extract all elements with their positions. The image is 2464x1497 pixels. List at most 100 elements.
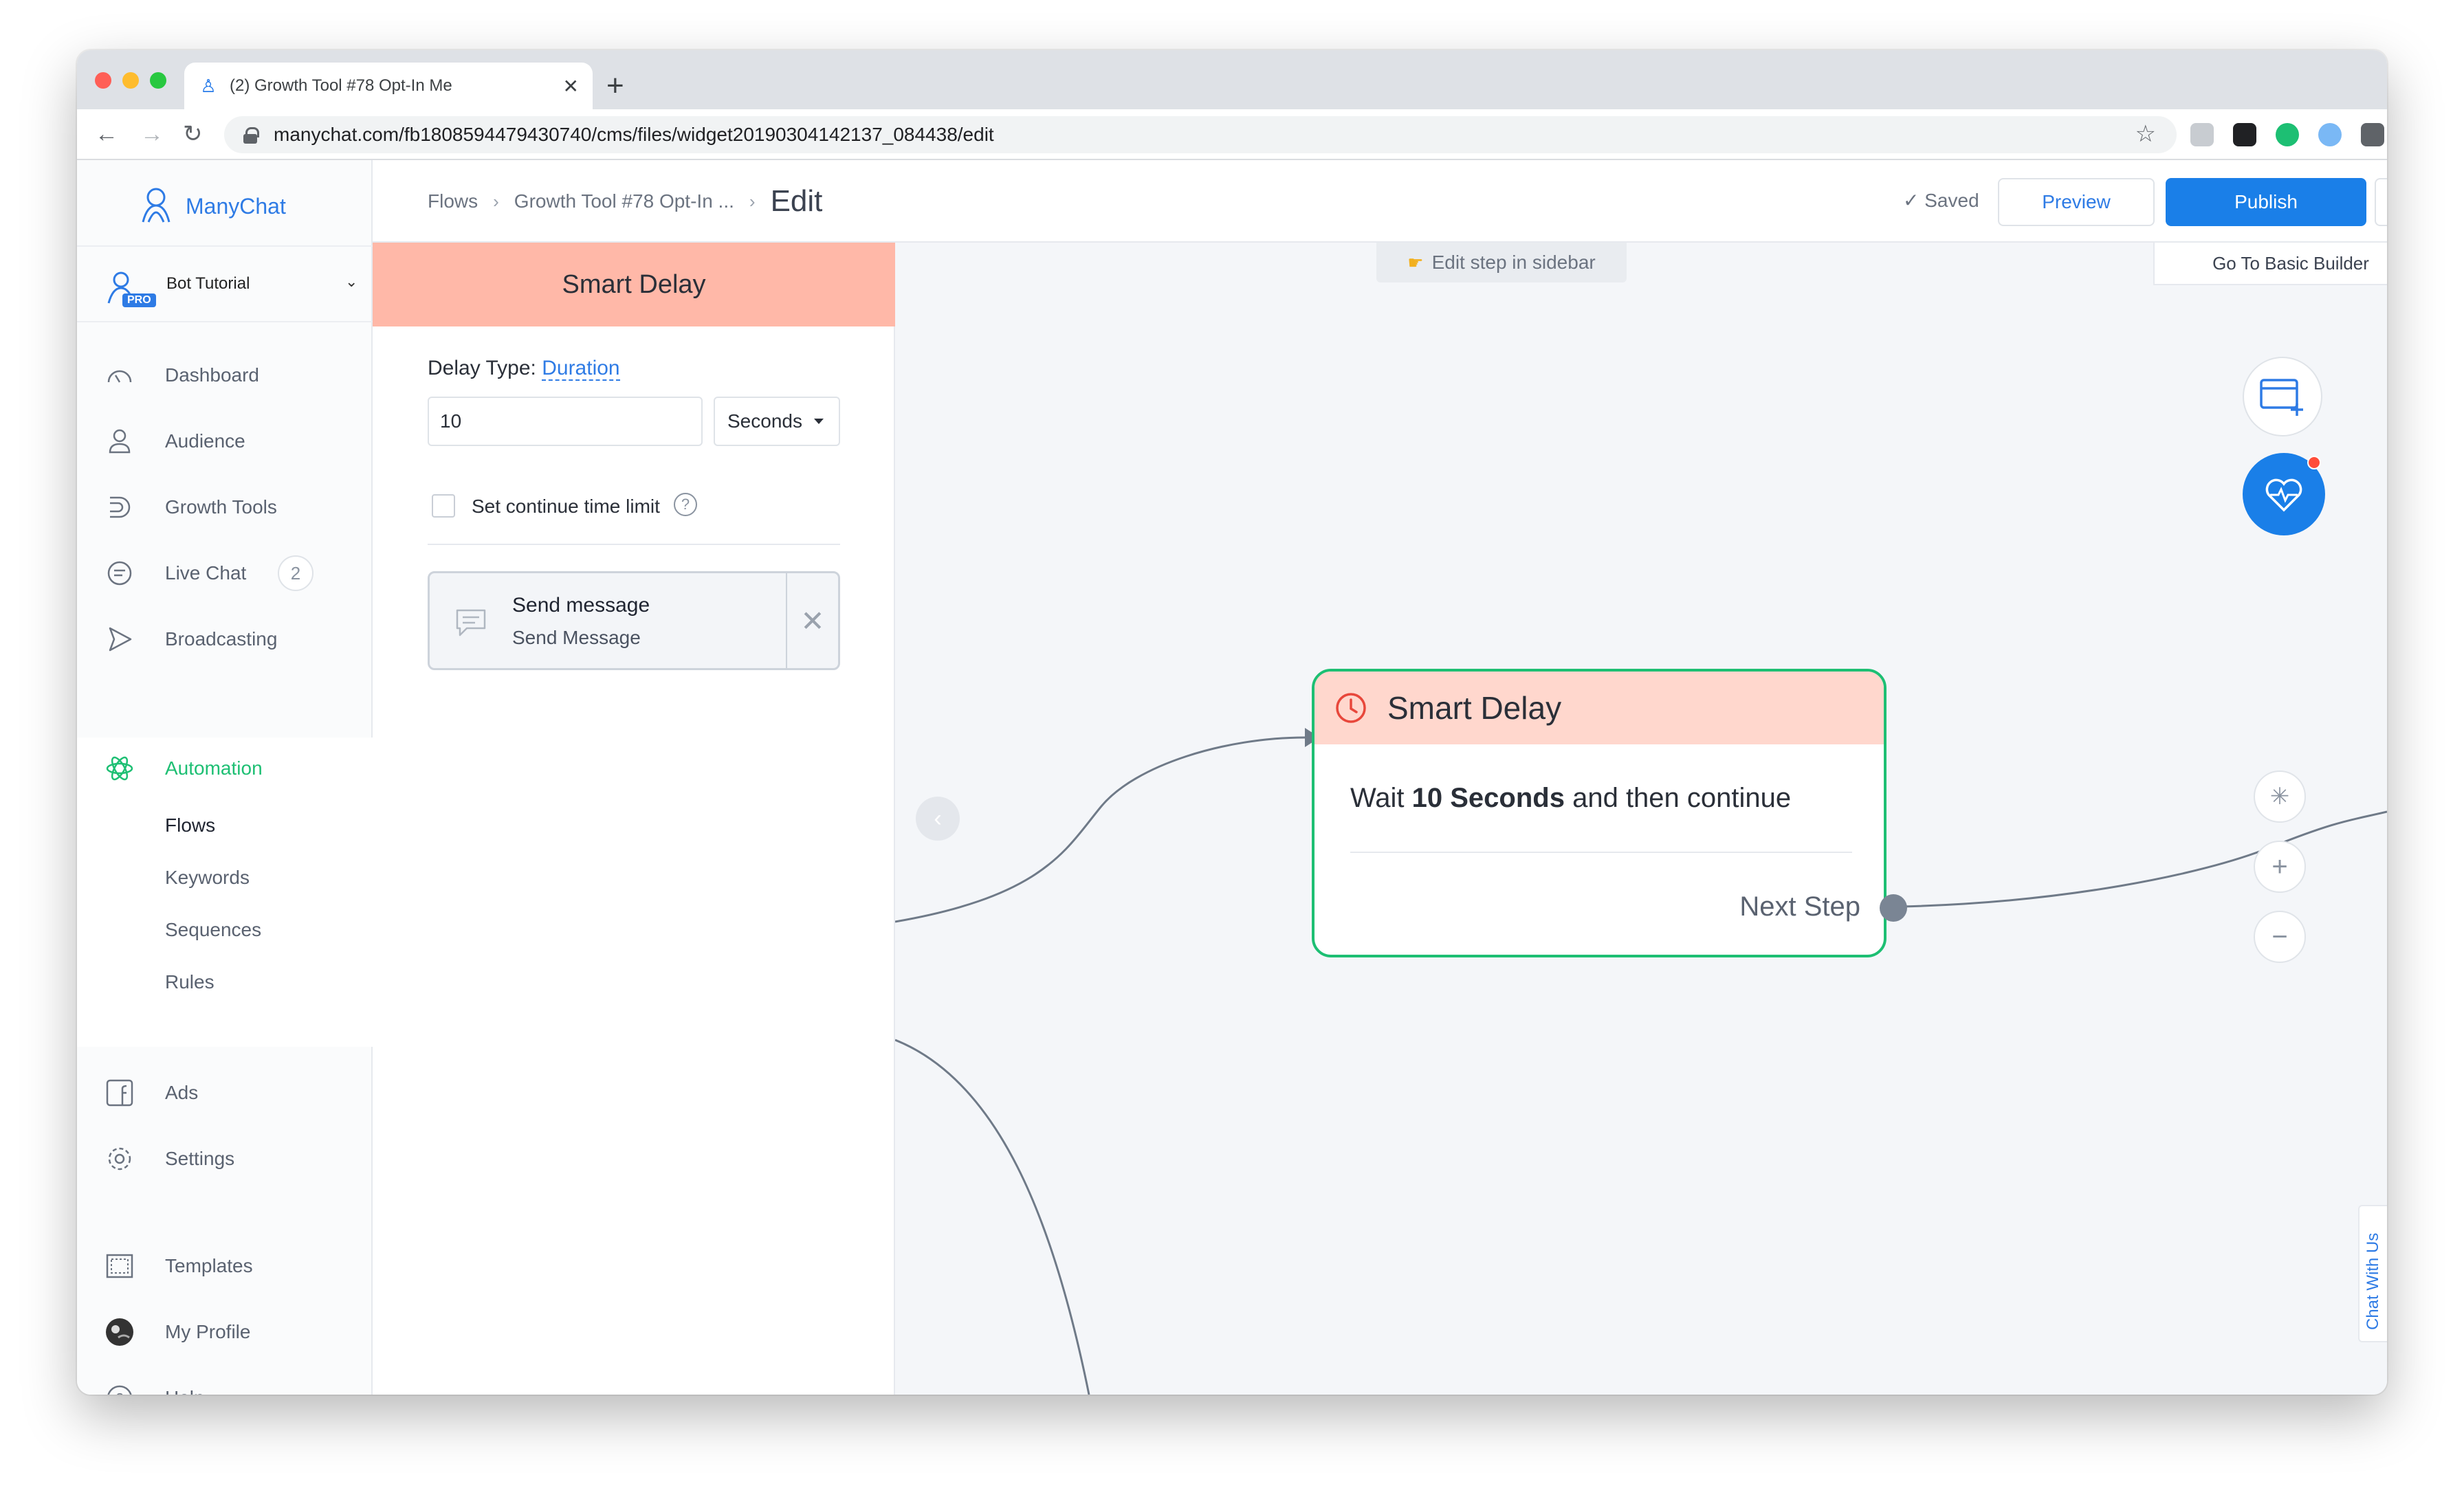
url-text: manychat.com/fb1808594479430740/cms/file… — [274, 124, 994, 145]
remove-next-step-icon[interactable]: ✕ — [786, 573, 838, 668]
message-bubble-icon — [456, 609, 486, 636]
sidebar-item-settings[interactable]: Settings — [77, 1135, 373, 1183]
template-icon — [106, 1254, 133, 1278]
sidebar-item-label: Growth Tools — [165, 496, 277, 518]
send-icon — [109, 627, 132, 652]
sidebar-item-label: Live Chat — [165, 562, 247, 584]
next-step-subtitle: Send Message — [512, 627, 641, 648]
go-to-basic-builder-button[interactable]: Go To Basic Builder — [2153, 243, 2387, 285]
svg-text:?: ? — [116, 1391, 123, 1395]
puzzle-icon[interactable] — [2361, 123, 2384, 146]
new-tab-button[interactable]: + — [606, 65, 624, 107]
next-step-card[interactable]: Send message Send Message ✕ — [428, 571, 840, 670]
sidebar-item-live-chat[interactable]: Live Chat 2 — [77, 549, 373, 597]
sidebar-item-help[interactable]: ? Help — [77, 1374, 373, 1395]
reload-icon[interactable]: ↻ — [183, 119, 203, 149]
manychat-app: ManyChat PRO Bot Tutorial ⌄ Dashboard Au… — [77, 160, 2387, 1395]
add-step-button[interactable] — [2243, 357, 2322, 436]
edit-step-hint-text: Edit step in sidebar — [1431, 252, 1596, 273]
sidebar-subitem-flows[interactable]: Flows — [165, 814, 215, 836]
extension-icon[interactable] — [2190, 123, 2214, 146]
continue-time-limit-label: Set continue time limit — [472, 496, 660, 517]
sidebar-item-label: Audience — [165, 430, 245, 452]
automation-section: Automation Flows Keywords Sequences Rule… — [77, 738, 373, 1047]
next-step-connector[interactable] — [1880, 894, 1907, 922]
help-icon: ? — [107, 1385, 132, 1395]
zoom-in-button[interactable]: + — [2254, 841, 2306, 893]
delay-type-dropdown[interactable]: Duration — [542, 357, 620, 381]
delay-unit-select[interactable]: Seconds — [714, 397, 840, 446]
plus-icon: + — [2272, 851, 2288, 882]
lock-icon — [243, 127, 259, 144]
bookmark-star-icon[interactable]: ☆ — [2135, 120, 2156, 148]
sidebar-item-templates[interactable]: Templates — [77, 1242, 373, 1290]
bot-selector[interactable]: PRO Bot Tutorial ⌄ — [77, 245, 373, 322]
chat-with-us-label: Chat With Us — [2364, 1232, 2382, 1330]
continue-time-limit-checkbox[interactable] — [432, 494, 455, 518]
sidebar-item-ads[interactable]: Ads — [77, 1069, 373, 1117]
sidebar-item-growth-tools[interactable]: Growth Tools — [77, 483, 373, 531]
manychat-logo-icon — [142, 188, 170, 223]
sidebar-item-dashboard[interactable]: Dashboard — [77, 351, 373, 399]
node-description-suffix: and then continue — [1572, 783, 1792, 813]
close-window-button[interactable] — [95, 72, 111, 89]
sidebar-subitem-keywords[interactable]: Keywords — [165, 867, 250, 889]
breadcrumb-growth-tool[interactable]: Growth Tool #78 Opt-In ... — [514, 190, 734, 212]
close-tab-icon[interactable]: ✕ — [563, 75, 579, 98]
clock-icon — [1336, 693, 1366, 723]
collapse-panel-button[interactable]: ‹ — [916, 797, 960, 841]
tab-title: (2) Growth Tool #78 Opt-In Me — [230, 76, 452, 95]
chevron-right-icon: › — [493, 190, 499, 212]
delay-type-label: Delay Type: — [428, 357, 536, 379]
back-icon[interactable]: ← — [95, 119, 118, 149]
saved-status-label: Saved — [1924, 190, 1979, 211]
sidebar-item-broadcasting[interactable]: Broadcasting — [77, 615, 373, 663]
sidebar-item-label: Settings — [165, 1148, 235, 1169]
node-title: Smart Delay — [1387, 690, 1562, 726]
breadcrumb: Flows › Growth Tool #78 Opt-In ... › Edi… — [428, 160, 822, 243]
breadcrumb-flows[interactable]: Flows — [428, 190, 478, 212]
flow-header: Flows › Growth Tool #78 Opt-In ... › Edi… — [373, 160, 2387, 243]
sidebar-item-label: Broadcasting — [165, 628, 278, 650]
extension-icon[interactable] — [2276, 123, 2299, 146]
sidebar-item-label: Help — [165, 1387, 205, 1395]
sidebar: ManyChat PRO Bot Tutorial ⌄ Dashboard Au… — [77, 160, 373, 1395]
extension-icon[interactable] — [2318, 123, 2342, 146]
divider — [428, 544, 840, 545]
more-options-button[interactable]: ⋮ — [2375, 178, 2387, 226]
saved-status: ✓ Saved — [1903, 189, 1979, 212]
edit-step-hint: ☛ Edit step in sidebar — [1376, 243, 1627, 282]
sidebar-item-label: Ads — [165, 1082, 199, 1103]
panel-title: Smart Delay — [373, 243, 895, 326]
auto-arrange-button[interactable]: ✳ — [2254, 770, 2306, 823]
sidebar-item-audience[interactable]: Audience — [77, 417, 373, 465]
sidebar-subitem-sequences[interactable]: Sequences — [165, 919, 261, 941]
smart-delay-node[interactable]: Smart Delay Wait 10 Seconds and then con… — [1312, 669, 1886, 957]
publish-button[interactable]: Publish — [2166, 178, 2366, 226]
minimize-window-button[interactable] — [122, 72, 139, 89]
node-description: Wait 10 Seconds and then continue — [1350, 783, 1791, 814]
flow-canvas[interactable]: ☛ Edit step in sidebar Go To Basic Build… — [895, 243, 2387, 1395]
browser-tab[interactable]: ♙ (2) Growth Tool #78 Opt-In Me ✕ — [184, 63, 593, 109]
sidebar-item-my-profile[interactable]: My Profile — [77, 1308, 373, 1356]
sidebar-item-automation[interactable]: Automation — [77, 744, 373, 792]
browser-window: ♙ (2) Growth Tool #78 Opt-In Me ✕ + ← → … — [77, 50, 2387, 1395]
delay-amount-input[interactable]: 10 — [428, 397, 703, 446]
forward-icon[interactable]: → — [140, 119, 164, 149]
preview-button[interactable]: Preview — [1998, 178, 2155, 226]
notification-dot — [2307, 456, 2321, 469]
flow-health-button[interactable] — [2243, 453, 2325, 535]
help-circle-icon[interactable]: ? — [674, 493, 697, 516]
heart-pulse-icon — [2265, 478, 2302, 512]
url-field[interactable]: manychat.com/fb1808594479430740/cms/file… — [224, 116, 2177, 153]
sidebar-subitem-rules[interactable]: Rules — [165, 971, 214, 993]
chat-with-us-tab[interactable]: Chat With Us — [2358, 1205, 2387, 1342]
user-icon — [109, 429, 131, 454]
node-header: Smart Delay — [1314, 672, 1884, 744]
extension-icon[interactable] — [2233, 123, 2256, 146]
manychat-logo[interactable]: ManyChat — [135, 185, 286, 228]
maximize-window-button[interactable] — [150, 72, 166, 89]
atom-icon — [106, 756, 133, 781]
sidebar-item-label: Templates — [165, 1255, 253, 1276]
zoom-out-button[interactable]: − — [2254, 911, 2306, 963]
